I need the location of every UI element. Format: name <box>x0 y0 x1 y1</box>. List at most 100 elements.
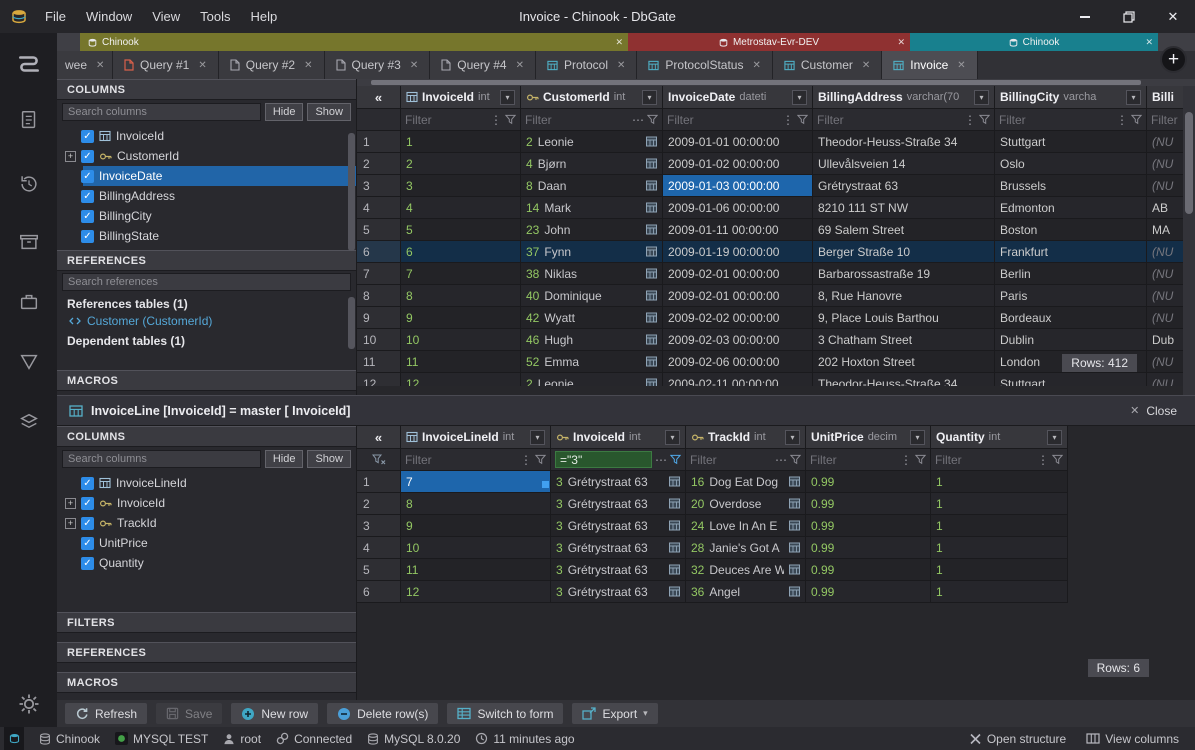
main-grid-filter-customerid[interactable]: Filter⋯ <box>521 109 663 131</box>
open-detail-icon[interactable] <box>669 498 680 509</box>
main-grid-cell-10-invoiceid[interactable]: 10 <box>401 329 521 351</box>
search-columns-input[interactable] <box>62 103 261 121</box>
detail-grid-filter-invoiceid[interactable]: ="3"⋯ <box>551 449 686 471</box>
filter-menu-icon[interactable]: ⋮ <box>1116 113 1128 127</box>
detail-grid-cell-5-invoiceid[interactable]: 3Grétrystraat 63 <box>551 559 686 581</box>
open-detail-icon[interactable] <box>646 378 657 386</box>
menu-tools[interactable]: Tools <box>190 0 240 33</box>
main-grid-filter-invoicedate[interactable]: Filter⋮ <box>663 109 813 131</box>
hide-button[interactable]: Hide <box>265 450 304 468</box>
filter-menu-icon[interactable]: ⋮ <box>900 453 912 467</box>
panel-scrollbar[interactable] <box>348 133 355 251</box>
detail-grid-cell-5-unitprice[interactable]: 0.99 <box>806 559 931 581</box>
plugins-icon[interactable] <box>0 401 57 443</box>
main-grid-rownum-3[interactable]: 3 <box>357 175 401 197</box>
fill-handle[interactable] <box>542 481 549 488</box>
open-detail-icon[interactable] <box>646 180 657 191</box>
checkbox[interactable]: ✓ <box>81 150 94 163</box>
detail-grid-clear-filters-button[interactable] <box>357 449 401 471</box>
main-grid-cell-5-billi[interactable]: MA <box>1147 219 1183 241</box>
open-detail-icon[interactable] <box>646 268 657 279</box>
detail-grid-cell-3-invoiceid[interactable]: 3Grétrystraat 63 <box>551 515 686 537</box>
main-grid-cell-5-billingcity[interactable]: Boston <box>995 219 1147 241</box>
references-section-header[interactable]: REFERENCES <box>57 250 356 271</box>
filter-menu-icon[interactable]: ⋮ <box>1037 453 1049 467</box>
filter-menu-icon[interactable]: ⋯ <box>632 113 644 127</box>
tab-protocol[interactable]: Protocol✕ <box>536 51 637 79</box>
status-view-columns-button[interactable]: View columns <box>1086 732 1179 746</box>
main-grid-cell-7-customerid[interactable]: 38Niklas <box>521 263 663 285</box>
tab-close-icon[interactable]: ✕ <box>410 60 418 71</box>
main-grid-cell-1-invoiceid[interactable]: 1 <box>401 131 521 153</box>
main-grid-cell-8-billingaddress[interactable]: 8, Rue Hanovre <box>813 285 995 307</box>
detail-grid-cell-2-invoiceid[interactable]: 3Grétrystraat 63 <box>551 493 686 515</box>
main-grid-cell-8-invoiceid[interactable]: 8 <box>401 285 521 307</box>
main-grid-cell-11-invoiceid[interactable]: 11 <box>401 351 521 373</box>
panel-scrollbar[interactable] <box>348 297 355 349</box>
main-grid-cell-6-customerid[interactable]: 37Fynn <box>521 241 663 263</box>
main-grid-cell-9-invoiceid[interactable]: 9 <box>401 307 521 329</box>
main-grid-cell-4-billingaddress[interactable]: 8210 111 ST NW <box>813 197 995 219</box>
funnel-icon[interactable] <box>790 454 801 465</box>
detail-grid-colheader-quantity[interactable]: Quantityint▾ <box>931 426 1068 449</box>
main-grid-rownum-4[interactable]: 4 <box>357 197 401 219</box>
columns-section-header[interactable]: COLUMNS <box>57 79 356 100</box>
column-menu-icon[interactable]: ▾ <box>642 90 657 105</box>
main-grid-cell-4-invoicedate[interactable]: 2009-01-06 00:00:00 <box>663 197 813 219</box>
open-detail-icon[interactable] <box>669 564 680 575</box>
detail-grid-cell-5-trackid[interactable]: 32Deuces Are W <box>686 559 806 581</box>
main-grid-filter-billingcity[interactable]: Filter⋮ <box>995 109 1147 131</box>
main-grid-cell-2-invoiceid[interactable]: 2 <box>401 153 521 175</box>
checkbox[interactable]: ✓ <box>81 190 94 203</box>
detail-grid-cell-1-quantity[interactable]: 1 <box>931 471 1068 493</box>
checkbox[interactable]: ✓ <box>81 210 94 223</box>
main-grid-cell-6-invoicedate[interactable]: 2009-01-19 00:00:00 <box>663 241 813 263</box>
main-grid-cell-6-billingaddress[interactable]: Berger Straße 10 <box>813 241 995 263</box>
archive-icon[interactable] <box>0 221 57 263</box>
detail-grid-cell-6-invoicelineid[interactable]: 12 <box>401 581 551 603</box>
funnel-icon[interactable] <box>647 114 658 125</box>
dbgate-logo-icon[interactable] <box>0 43 57 85</box>
master-columns-item-customerid[interactable]: +✓CustomerId <box>57 146 356 166</box>
open-detail-icon[interactable] <box>646 224 657 235</box>
main-grid-colheader-billi[interactable]: Billi▾ <box>1147 86 1183 109</box>
main-grid-cell-12-billi[interactable]: (NU <box>1147 373 1183 386</box>
open-detail-icon[interactable] <box>646 136 657 147</box>
detail-columns-item-quantity[interactable]: ✓Quantity <box>57 553 356 573</box>
main-grid-collapse-button[interactable]: « <box>357 86 401 109</box>
show-button[interactable]: Show <box>307 450 351 468</box>
detail-grid-cell-3-quantity[interactable]: 1 <box>931 515 1068 537</box>
tab-group-close-icon[interactable]: ✕ <box>615 37 623 48</box>
main-grid-cell-12-billingcity[interactable]: Stuttgart <box>995 373 1147 386</box>
main-grid-cell-6-billingcity[interactable]: Frankfurt <box>995 241 1147 263</box>
detail-grid-cell-4-unitprice[interactable]: 0.99 <box>806 537 931 559</box>
open-detail-icon[interactable] <box>669 542 680 553</box>
main-grid-rownum-1[interactable]: 1 <box>357 131 401 153</box>
column-menu-icon[interactable]: ▾ <box>974 90 989 105</box>
main-grid-cell-3-customerid[interactable]: 8Daan <box>521 175 663 197</box>
main-grid-cell-9-invoicedate[interactable]: 2009-02-02 00:00:00 <box>663 307 813 329</box>
column-menu-icon[interactable]: ▾ <box>1126 90 1141 105</box>
detail-grid-cell-6-trackid[interactable]: 36Angel <box>686 581 806 603</box>
detail-grid-cell-1-invoiceid[interactable]: 3Grétrystraat 63 <box>551 471 686 493</box>
main-grid-rownum-9[interactable]: 9 <box>357 307 401 329</box>
tab-close-icon[interactable]: ✕ <box>957 60 965 71</box>
master-columns-item-billingstate[interactable]: ✓BillingState <box>57 226 356 246</box>
main-grid-filter-billi[interactable]: Filter⋮ <box>1147 109 1183 131</box>
main-grid-cell-4-billingcity[interactable]: Edmonton <box>995 197 1147 219</box>
main-grid-rownum-10[interactable]: 10 <box>357 329 401 351</box>
checkbox[interactable]: ✓ <box>81 557 94 570</box>
detail-grid-rownum-6[interactable]: 6 <box>357 581 401 603</box>
status-open-structure-button[interactable]: Open structure <box>969 732 1066 746</box>
macros-section-header[interactable]: MACROS <box>57 672 356 693</box>
detail-grid-colheader-unitprice[interactable]: UnitPricedecim▾ <box>806 426 931 449</box>
open-detail-icon[interactable] <box>646 158 657 169</box>
tab-customer[interactable]: Customer✕ <box>773 51 882 79</box>
references-section-header[interactable]: REFERENCES <box>57 642 356 663</box>
menu-window[interactable]: Window <box>76 0 142 33</box>
files-icon[interactable] <box>0 99 57 141</box>
main-grid-cell-4-invoiceid[interactable]: 4 <box>401 197 521 219</box>
detail-grid-cell-4-invoicelineid[interactable]: 10 <box>401 537 551 559</box>
main-grid-cell-11-invoicedate[interactable]: 2009-02-06 00:00:00 <box>663 351 813 373</box>
detail-grid-cell-1-unitprice[interactable]: 0.99 <box>806 471 931 493</box>
